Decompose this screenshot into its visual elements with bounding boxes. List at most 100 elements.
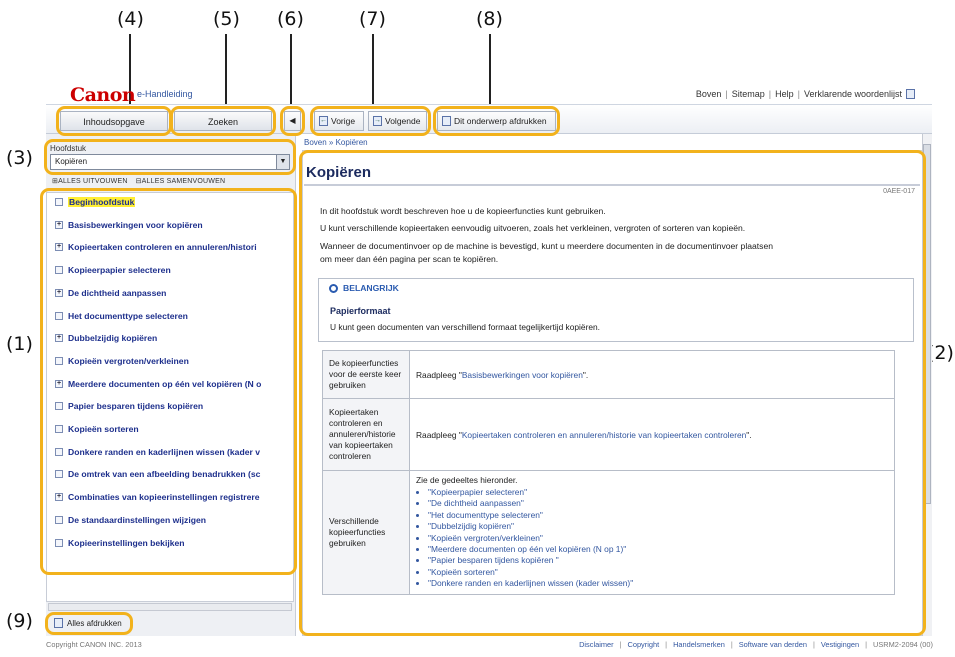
related-topics-list: "Kopieerpapier selecteren""De dichtheid … xyxy=(416,487,888,590)
footer-links: Disclaimer | Copyright | Handelsmerken | So… xyxy=(579,640,933,649)
related-topic-link[interactable]: "Kopieën vergroten/verkleinen" xyxy=(428,533,888,544)
tree-item[interactable]: + Dubbelzijdig kopiëren xyxy=(55,333,157,343)
intro-paragraph-1: In dit hoofdstuk wordt beschreven hoe u … xyxy=(320,206,606,216)
page-title: Kopiëren xyxy=(306,164,372,181)
plus-icon[interactable]: + xyxy=(55,220,63,229)
intro-paragraph-2: U kunt verschillende kopieertaken eenvou… xyxy=(320,223,746,233)
link-trademarks[interactable]: Handelsmerken xyxy=(673,640,725,649)
triangle-left-icon: ◀ xyxy=(289,116,296,125)
collapse-panel-button[interactable]: ◀ xyxy=(284,111,301,131)
tree-item-label: Meerdere documenten op één vel kopiëren … xyxy=(68,378,262,389)
previous-button[interactable]: ← Vorige xyxy=(314,111,364,131)
tree-item[interactable]: + De dichtheid aanpassen xyxy=(55,288,166,298)
callout-7: (7) xyxy=(359,8,386,30)
link-glossary[interactable]: Verklarende woordenlijst xyxy=(804,89,902,99)
important-note-box xyxy=(318,278,914,342)
tree-item-label: Kopieerpapier selecteren xyxy=(68,265,171,276)
canon-logo[interactable]: Canon xyxy=(70,84,136,106)
expand-all-label: ALLES UITVOUWEN xyxy=(58,178,128,185)
tree-item[interactable]: Kopieerinstellingen bekijken xyxy=(55,538,185,548)
intro-paragraph-3: Wanneer de documentinvoer op de machine … xyxy=(320,241,774,251)
breadcrumb[interactable]: Boven » Kopiëren xyxy=(304,138,368,147)
link-sitemap[interactable]: Sitemap xyxy=(732,89,765,99)
tree-item[interactable]: Kopieerpapier selecteren xyxy=(55,265,171,275)
tree-item[interactable]: + Combinaties van kopieerinstellingen reg… xyxy=(55,492,260,502)
chapter-selected-value: Kopiëren xyxy=(55,157,88,166)
plus-icon[interactable]: + xyxy=(55,243,63,252)
title-divider xyxy=(304,184,920,186)
page-icon[interactable] xyxy=(55,425,63,433)
related-topic-link[interactable]: "Het documenttype selecteren" xyxy=(428,510,888,521)
link-top[interactable]: Boven xyxy=(696,89,722,99)
page-icon[interactable] xyxy=(55,470,63,479)
next-button[interactable]: → Volgende xyxy=(368,111,427,131)
collapse-all-label: ALLES SAMENVOUWEN xyxy=(141,178,226,185)
tree-item-label: De standaardinstellingen wijzigen xyxy=(68,514,207,525)
tree-item-label: De dichtheid aanpassen xyxy=(68,287,167,298)
external-window-icon xyxy=(906,89,915,99)
tab-search[interactable]: Zoeken xyxy=(174,111,272,131)
related-topic-link[interactable]: "Dubbelzijdig kopiëren" xyxy=(428,521,888,532)
page-icon[interactable] xyxy=(55,538,63,547)
page-icon[interactable] xyxy=(55,356,63,365)
document-code: USRM2-2094 (00) xyxy=(873,640,933,649)
page-icon[interactable] xyxy=(55,311,63,320)
chapter-select[interactable]: Kopiëren ▼ xyxy=(50,154,290,170)
tree-item[interactable]: Beginhoofdstuk xyxy=(55,197,136,207)
tree-item-label: De omtrek van een afbeelding benadrukken… xyxy=(68,469,261,480)
important-heading: BELANGRIJK xyxy=(329,283,399,293)
intro-paragraph-3b: om meer dan één pagina per scan te kopië… xyxy=(320,254,499,264)
row2-prefix: Raadpleeg " xyxy=(416,429,462,440)
link-offices[interactable]: Vestigingen xyxy=(821,640,859,649)
related-topic-link[interactable]: "Kopieën sorteren" xyxy=(428,567,888,578)
print-all-button[interactable]: Alles afdrukken xyxy=(54,618,122,628)
tree-item[interactable]: + Basisbewerkingen voor kopiëren xyxy=(55,220,203,230)
plus-icon[interactable]: + xyxy=(55,334,63,343)
tree-item-label: Kopieerinstellingen bekijken xyxy=(68,537,185,548)
tree-item[interactable]: Donkere randen en kaderlijnen wissen (ka… xyxy=(55,447,260,457)
tree-item[interactable]: + Meerdere documenten op één vel kopiëren… xyxy=(55,379,261,389)
callout-9: (9) xyxy=(6,610,33,632)
tree-item[interactable]: + Kopieertaken controleren en annuleren/h… xyxy=(55,242,257,252)
plus-icon[interactable]: + xyxy=(55,379,63,388)
related-topic-link[interactable]: "Meerdere documenten op één vel kopiëren… xyxy=(428,544,888,555)
related-topic-link[interactable]: "Donkere randen en kaderlijnen wissen (k… xyxy=(428,578,888,589)
tree-item[interactable]: Papier besparen tijdens kopiëren xyxy=(55,401,203,411)
tab-contents[interactable]: Inhoudsopgave xyxy=(60,111,168,131)
row2-suffix: ". xyxy=(746,429,752,440)
page-icon[interactable] xyxy=(55,198,63,206)
tree-item-label: Het documenttype selecteren xyxy=(68,310,188,321)
scrollbar-thumb[interactable] xyxy=(923,144,931,504)
related-topic-link[interactable]: "Kopieerpapier selecteren" xyxy=(428,487,888,498)
callout-6: (6) xyxy=(277,8,304,30)
collapse-all-button[interactable]: ⊟ALLES SAMENVOUWEN xyxy=(136,177,226,185)
expand-all-button[interactable]: ⊞ALLES UITVOUWEN xyxy=(52,177,128,185)
tree-item-label: Kopieën sorteren xyxy=(68,424,139,434)
callout-5: (5) xyxy=(213,8,240,30)
printer-icon xyxy=(54,618,63,628)
related-topic-link[interactable]: "De dichtheid aanpassen" xyxy=(428,498,888,509)
page-icon[interactable] xyxy=(55,515,63,524)
tree-item[interactable]: Het documenttype selecteren xyxy=(55,311,188,321)
row3-intro: Zie de gedeeltes hieronder. xyxy=(416,475,518,485)
page-icon[interactable] xyxy=(55,402,63,411)
link-check-cancel[interactable]: Kopieertaken controleren en annuleren/hi… xyxy=(462,430,746,440)
arrow-left-icon: ← xyxy=(319,116,328,126)
plus-icon[interactable]: + xyxy=(55,493,63,502)
related-topic-link[interactable]: "Papier besparen tijdens kopiëren " xyxy=(428,555,888,566)
print-topic-button[interactable]: Dit onderwerp afdrukken xyxy=(437,111,556,131)
page-icon[interactable] xyxy=(55,266,63,275)
link-disclaimer[interactable]: Disclaimer xyxy=(579,640,614,649)
link-third-party[interactable]: Software van derden xyxy=(739,640,807,649)
link-basic-copy[interactable]: Basisbewerkingen voor kopiëren xyxy=(462,370,583,380)
tree-item[interactable]: Kopieën vergroten/verkleinen xyxy=(55,356,189,366)
table-row: Verschillende kopieerfuncties gebruiken … xyxy=(322,470,895,595)
link-help[interactable]: Help xyxy=(775,89,794,99)
plus-icon[interactable]: + xyxy=(55,288,63,297)
link-copyright[interactable]: Copyright xyxy=(628,640,660,649)
tree-item[interactable]: De omtrek van een afbeelding benadrukken… xyxy=(55,469,260,479)
page-icon[interactable] xyxy=(55,447,63,456)
tree-horizontal-scrollbar[interactable] xyxy=(48,603,292,611)
tree-item[interactable]: Kopieën sorteren xyxy=(55,424,139,434)
tree-item[interactable]: De standaardinstellingen wijzigen xyxy=(55,515,206,525)
